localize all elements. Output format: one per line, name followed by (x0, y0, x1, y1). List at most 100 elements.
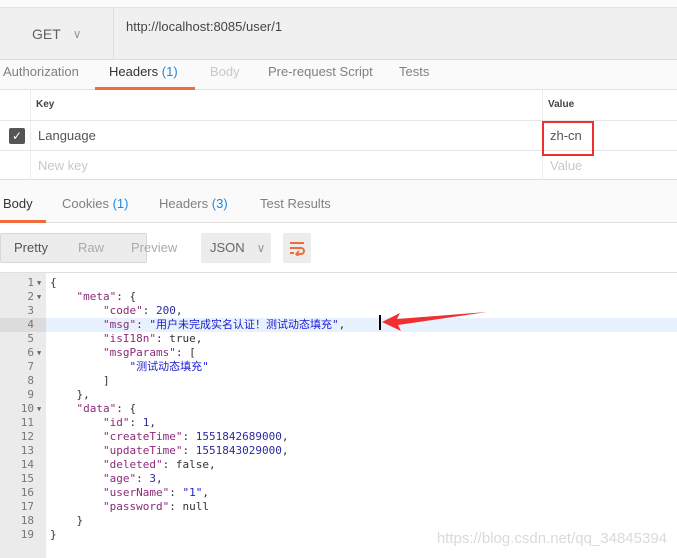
code-token: "data" (76, 402, 117, 415)
checkbox-checked-icon[interactable]: ✓ (9, 128, 25, 144)
code-token: : (136, 318, 150, 331)
code-line: 15 "age": 3, (0, 472, 677, 486)
tab-tests[interactable]: Tests (399, 60, 429, 90)
url-input[interactable]: http://localhost:8085/user/1 (126, 8, 282, 60)
fold-arrow-icon[interactable]: ▼ (37, 276, 41, 290)
code-token: 200 (155, 304, 176, 317)
format-select[interactable]: JSON ∨ (201, 233, 271, 263)
tab-body[interactable]: Body (210, 60, 240, 90)
code-token: , (195, 332, 203, 345)
tab-response-headers[interactable]: Headers (3) (159, 180, 228, 223)
code-token: "userName" (102, 486, 170, 499)
code-text: "msg": "用户未完成实名认证！测试动态填充", (50, 318, 345, 332)
code-token: true (169, 332, 196, 345)
chevron-down-icon: ∨ (256, 241, 266, 255)
code-token: , (281, 430, 289, 443)
code-text: "测试动态填充" (50, 360, 209, 374)
method-select[interactable]: GET ∨ (0, 8, 114, 60)
response-tabs: Body Cookies (1) Headers (3) Test Result… (0, 180, 677, 223)
fold-arrow-icon[interactable]: ▼ (37, 402, 41, 416)
code-token: 3 (149, 472, 156, 485)
line-number: 12 (20, 430, 34, 443)
code-text: "updateTime": 1551843029000, (50, 444, 288, 458)
code-token: }, (50, 388, 90, 401)
line-number: 18 (20, 514, 34, 527)
code-text: "meta": { (50, 290, 137, 304)
url-bar: GET ∨ http://localhost:8085/user/1 (0, 8, 677, 60)
code-line: 6 ▼ "msgParams": [ (0, 346, 677, 360)
new-key-input[interactable]: New key (38, 151, 88, 181)
code-token: "password" (102, 500, 170, 513)
line-number: 7 (27, 360, 34, 373)
code-token: "deleted" (102, 458, 163, 471)
code-token: "msg" (102, 318, 137, 331)
tab-pre-request-script[interactable]: Pre-request Script (268, 60, 373, 90)
code-line: 14 "deleted": false, (0, 458, 677, 472)
tab-headers[interactable]: Headers (1) (95, 60, 195, 90)
line-number: 13 (20, 444, 34, 457)
code-text: "createTime": 1551842689000, (50, 430, 288, 444)
fold-arrow-icon[interactable]: ▼ (37, 346, 41, 360)
code-token: : (136, 472, 150, 485)
line-number: 5 (27, 332, 34, 345)
code-token: : (142, 304, 156, 317)
line-number: 11 (20, 416, 34, 429)
tab-label: Headers (109, 64, 159, 79)
annotation-arrow (382, 312, 487, 331)
fold-arrow-icon[interactable]: ▼ (37, 290, 41, 304)
code-token: : (129, 416, 143, 429)
tab-test-results[interactable]: Test Results (260, 180, 331, 223)
line-number: 19 (20, 528, 34, 541)
code-token: : (155, 332, 170, 345)
code-token: null (182, 500, 209, 513)
code-text: "deleted": false, (50, 458, 216, 472)
code-line: 12 "createTime": 1551842689000, (0, 430, 677, 444)
tab-count: (1) (161, 64, 178, 79)
code-line: 3 "code": 200, (0, 304, 677, 318)
view-raw-button[interactable]: Raw (78, 234, 104, 262)
code-token: ] (50, 374, 110, 387)
response-body-editor[interactable]: 1 ▼{2 ▼ "meta": {3 "code": 200, 4 "msg": "用… (0, 273, 677, 558)
code-token: "updateTime" (102, 444, 183, 457)
column-value: Value (548, 99, 575, 110)
code-line: 16 "userName": "1", (0, 486, 677, 500)
tab-response-body[interactable]: Body (0, 180, 46, 223)
view-pretty-button[interactable]: Pretty (14, 234, 48, 262)
code-text: "isI18n": true, (50, 332, 202, 346)
code-token: 1551842689000 (195, 430, 282, 443)
code-token: , (149, 416, 156, 429)
line-number: 15 (20, 472, 34, 485)
code-token: , (338, 318, 346, 331)
tab-authorization[interactable]: Authorization (3, 60, 83, 90)
code-line: 5 "isI18n": true, (0, 332, 677, 346)
code-text: "data": { (50, 402, 137, 416)
code-token: } (50, 514, 84, 527)
code-token: "测试动态填充" (129, 360, 209, 373)
code-token: "msgParams" (102, 346, 176, 359)
header-key[interactable]: Language (38, 121, 96, 151)
tab-label: Cookies (62, 196, 109, 211)
code-text: } (50, 514, 83, 528)
code-text: "userName": "1", (50, 486, 209, 500)
line-number: 4 (0, 318, 46, 332)
code-text: "age": 3, (50, 472, 163, 486)
line-number: 9 (27, 388, 34, 401)
column-key: Key (36, 99, 55, 110)
view-preview-button[interactable]: Preview (131, 234, 177, 262)
format-label: JSON (210, 240, 245, 255)
code-token: : (182, 430, 196, 443)
wrap-lines-button[interactable] (283, 233, 311, 263)
code-token: "用户未完成实名认证！测试动态填充" (149, 318, 339, 331)
code-token: "createTime" (102, 430, 183, 443)
code-token: : { (116, 290, 137, 303)
tab-cookies[interactable]: Cookies (1) (62, 180, 128, 223)
text-cursor (379, 315, 381, 330)
code-text: "msgParams": [ (50, 346, 196, 360)
